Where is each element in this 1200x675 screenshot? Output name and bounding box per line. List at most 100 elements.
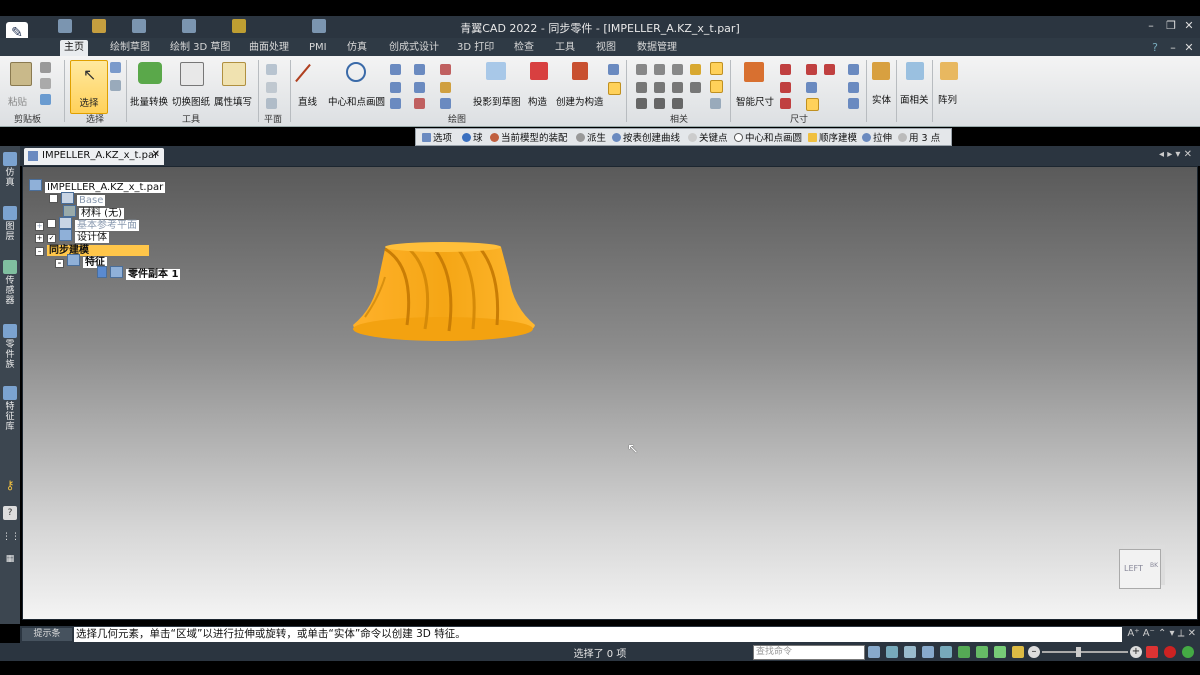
shading-icon[interactable] (994, 646, 1006, 658)
relation-helper-icon[interactable] (710, 98, 721, 109)
smart-dimension-button[interactable]: 智能尺寸 (736, 94, 774, 108)
polygon-icon[interactable] (440, 64, 451, 75)
chamfer-dim-icon[interactable] (824, 64, 835, 75)
paste-button[interactable]: 粘贴 (8, 94, 27, 108)
trim-icon[interactable] (414, 98, 425, 109)
minimize-icon[interactable]: – (1142, 18, 1160, 34)
line-button[interactable]: 直线 (298, 94, 317, 108)
batch-convert-button[interactable]: 批量转换 (130, 94, 168, 108)
close-icon[interactable]: ✕ (1180, 18, 1198, 34)
distance-icon[interactable] (780, 64, 791, 75)
sb-options[interactable]: 选项 (422, 130, 452, 144)
tab-inspect[interactable]: 检查 (510, 40, 538, 56)
maintain-relations-icon[interactable] (710, 62, 723, 75)
impeller-model[interactable] (345, 237, 541, 347)
collinear-icon[interactable] (654, 98, 665, 109)
doc-close-icon[interactable]: ✕ (1180, 40, 1198, 56)
tab-home[interactable]: 主页 (60, 40, 88, 56)
tab-nav-icon[interactable]: ◂ ▸ ▾ ✕ (1159, 149, 1192, 160)
arc-icon[interactable] (414, 64, 425, 75)
dim-style-icon[interactable] (806, 82, 817, 93)
help-icon[interactable]: ? (1146, 40, 1164, 56)
sketch-view-icon[interactable] (608, 64, 619, 75)
connect-icon[interactable] (672, 98, 683, 109)
smart-dimension-icon[interactable] (744, 62, 764, 82)
batch-convert-icon[interactable] (138, 62, 162, 84)
coordinate-dim-icon[interactable] (780, 98, 791, 109)
sb-keypoint[interactable]: 关键点 (688, 130, 728, 144)
circle-icon[interactable] (346, 62, 366, 82)
dock-feature-library[interactable]: 特征库 (2, 386, 18, 432)
plane-angle-icon[interactable] (266, 98, 277, 109)
sb-extrude[interactable]: 拉伸 (862, 130, 892, 144)
tab-tools[interactable]: 工具 (551, 40, 579, 56)
projection-icon[interactable] (486, 62, 506, 80)
rectangle-icon[interactable] (390, 64, 401, 75)
curve-icon[interactable] (390, 82, 401, 93)
zoom-slider-thumb[interactable] (1076, 647, 1081, 657)
sb-ordered-modeling[interactable]: 顺序建模 (808, 130, 857, 144)
solid-button[interactable]: 实体 (872, 92, 891, 106)
prompt-controls-icon[interactable]: A⁺ A⁻ ⌃ ▾ ⟂ ✕ (1127, 628, 1196, 639)
construct-button[interactable]: 构造 (528, 94, 547, 108)
text-icon[interactable] (848, 82, 859, 93)
solid-icon[interactable] (872, 62, 890, 80)
lock-icon[interactable] (690, 64, 701, 75)
stop-icon[interactable] (1164, 646, 1176, 658)
format-icon[interactable] (40, 94, 51, 105)
sb-current-assembly[interactable]: 当前模型的装配 (490, 130, 568, 144)
help-dock-icon[interactable]: ? (2, 506, 18, 522)
view-orient-icon[interactable] (976, 646, 988, 658)
tab-surface[interactable]: 曲面处理 (245, 40, 293, 56)
dock-simulation[interactable]: 仿真 (2, 152, 18, 188)
attribute-fill-button[interactable]: 属性填写 (214, 94, 252, 108)
restore-icon[interactable]: ❐ (1162, 18, 1180, 34)
tree-root[interactable]: IMPELLER_A.KZ_x_t.par (29, 179, 166, 193)
sb-three-points[interactable]: 用 3 点 (898, 130, 940, 144)
goto-icon[interactable] (868, 646, 880, 658)
zoom-slider[interactable]: – (1028, 646, 1130, 658)
project-sketch-button[interactable]: 投影到草图 (473, 94, 521, 108)
tab-view[interactable]: 视图 (592, 40, 620, 56)
perpendicular-icon[interactable] (636, 64, 647, 75)
rotate-icon[interactable] (958, 646, 970, 658)
tab-generative[interactable]: 创成式设计 (385, 40, 443, 56)
copy-icon[interactable] (40, 78, 51, 89)
symmetric-icon[interactable] (690, 82, 701, 93)
pan-icon[interactable] (940, 646, 952, 658)
cut-icon[interactable] (40, 62, 51, 73)
select-button[interactable]: ↖ 选择 (70, 60, 108, 114)
expand-dock-icon[interactable]: ⋮⋮ (2, 532, 20, 542)
dock-layers[interactable]: 图层 (2, 206, 18, 242)
center-circle-button[interactable]: 中心和点画圆 (328, 94, 385, 108)
attribute-icon[interactable] (222, 62, 246, 86)
annotation-icon[interactable] (848, 64, 859, 75)
parallel-icon[interactable] (654, 64, 665, 75)
switch-drawing-button[interactable]: 切换图纸 (172, 94, 210, 108)
angle-dim-icon[interactable] (780, 82, 791, 93)
document-close-icon[interactable]: ✕ (152, 149, 160, 160)
tree-item-part-copy[interactable]: 零件副本 1 (97, 265, 181, 280)
zoom-icon[interactable] (904, 646, 916, 658)
fillet-icon[interactable] (414, 82, 425, 93)
3d-viewport[interactable]: IMPELLER_A.KZ_x_t.par Base 材料 (无) + 基本参考平… (22, 166, 1198, 620)
construct-icon[interactable] (530, 62, 548, 80)
concentric-icon[interactable] (672, 64, 683, 75)
array-button[interactable]: 阵列 (938, 92, 957, 106)
point-icon[interactable] (440, 82, 451, 93)
dock-part-family[interactable]: 零件族 (2, 324, 18, 370)
document-tab[interactable]: IMPELLER_A.KZ_x_t.par ✕ (24, 148, 164, 165)
equal-icon[interactable] (654, 82, 665, 93)
switch-drawing-icon[interactable] (180, 62, 204, 86)
tab-pmi[interactable]: PMI (305, 40, 331, 56)
grid-dock-icon[interactable]: ▦ (2, 554, 18, 564)
create-construct-button[interactable]: 创建为构造 (556, 94, 604, 108)
show-relations-icon[interactable] (710, 80, 723, 93)
user-status-icon[interactable] (1182, 646, 1194, 658)
coincident-icon[interactable] (636, 82, 647, 93)
dim-axis-icon[interactable] (806, 98, 819, 111)
find-command-input[interactable]: 查找命令 (753, 645, 865, 660)
tab-data-management[interactable]: 数据管理 (633, 40, 681, 56)
key-icon[interactable]: ⚷ (2, 479, 18, 491)
select-mode-icon[interactable] (110, 80, 121, 91)
